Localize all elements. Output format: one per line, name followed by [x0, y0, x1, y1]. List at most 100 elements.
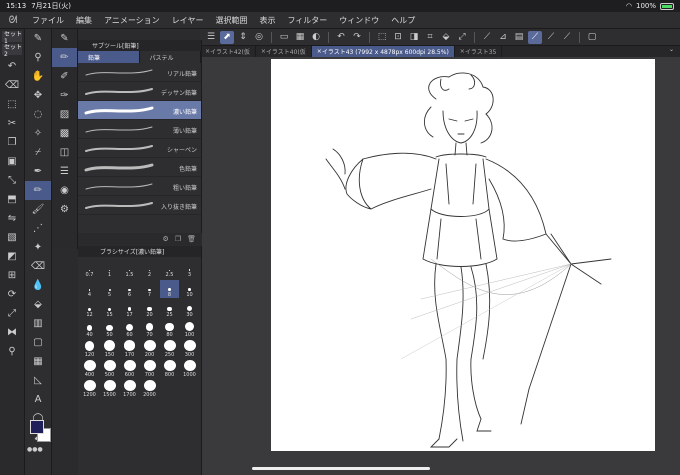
brush-size-cell[interactable]: 15 [100, 300, 119, 318]
snap-grid-icon[interactable]: ⟋ [560, 31, 574, 44]
move-tool-icon[interactable]: ✥ [25, 86, 51, 105]
brush-size-cell[interactable]: 170 [120, 340, 139, 358]
layer-group-icon[interactable]: ☰ [52, 162, 77, 181]
pastel-group-icon[interactable]: ✐ [52, 67, 77, 86]
stepper-icon[interactable]: ⇕ [236, 31, 250, 44]
tab-document-35[interactable]: × イラスト35 [455, 46, 503, 57]
menu-animation[interactable]: アニメーション [98, 15, 166, 26]
view-rotate-icon[interactable]: ◎ [252, 31, 266, 44]
pencil-active-icon[interactable]: ✏ [52, 48, 77, 67]
brush-size-cell[interactable]: 700 [140, 360, 159, 378]
tab-document-42[interactable]: × イラスト42(仮 [200, 46, 256, 57]
brush-size-cell[interactable]: 8 [160, 280, 179, 298]
blend-tool-icon[interactable]: 💧 [25, 276, 51, 295]
brush-size-cell[interactable]: 25 [160, 300, 179, 318]
grid-icon[interactable]: ▤ [512, 31, 526, 44]
brush-size-cell[interactable]: 7 [140, 280, 159, 298]
snap-ruler-icon[interactable]: ⟋ [528, 30, 542, 44]
zoom-tool-icon[interactable]: ⚲ [25, 48, 51, 67]
zoom-icon[interactable]: ⚲ [0, 342, 24, 361]
rotate-icon[interactable]: ⟳ [0, 285, 24, 304]
undo-icon[interactable]: ↶ [334, 31, 348, 44]
home-indicator[interactable] [252, 467, 430, 470]
select-rect-icon[interactable]: ⬚ [0, 95, 24, 114]
properties-icon[interactable]: ⚙ [52, 200, 77, 219]
trash-icon[interactable]: 🗑 [187, 235, 196, 243]
clear-icon[interactable]: ▭ [277, 31, 291, 44]
brush-item[interactable]: 濃い鉛筆 [78, 101, 201, 120]
menu-window[interactable]: ウィンドウ [333, 15, 385, 26]
brush-size-cell[interactable]: 1 [100, 260, 119, 278]
brush-size-cell[interactable]: 400 [80, 360, 99, 378]
magic-wand-icon[interactable]: ✧ [25, 124, 51, 143]
tab-pastel[interactable]: パステル [140, 51, 201, 63]
pencil-group-icon[interactable]: ✎ [52, 29, 77, 48]
brush-size-cell[interactable]: 1700 [120, 380, 139, 398]
menu-icon[interactable]: ☰ [204, 31, 218, 44]
scale-icon[interactable]: ⬒ [0, 190, 24, 209]
brush-size-cell[interactable]: 250 [160, 340, 179, 358]
grid-toggle-icon[interactable]: ⊞ [0, 266, 24, 285]
brush-group-icon[interactable]: ✑ [52, 86, 77, 105]
brush-size-cell[interactable]: 10 [180, 280, 199, 298]
brush-size-cell[interactable]: 12 [80, 300, 99, 318]
app-logo-icon[interactable]: ᘛ [0, 15, 26, 26]
tab-pencil[interactable]: 鉛筆 [78, 51, 140, 63]
canvas-area[interactable] [202, 57, 680, 475]
mirror-icon[interactable]: ⧓ [0, 323, 24, 342]
pen-tool-icon[interactable]: ✎ [25, 29, 51, 48]
brush-size-cell[interactable]: 17 [120, 300, 139, 318]
eraser-small-icon[interactable]: ⌫ [0, 76, 24, 95]
menu-layer[interactable]: レイヤー [166, 15, 210, 26]
deselect-icon[interactable]: ⊡ [391, 31, 405, 44]
brush-size-cell[interactable]: 1500 [100, 380, 119, 398]
navigator-icon[interactable]: ◉ [52, 181, 77, 200]
material-group-icon[interactable]: ◫ [52, 143, 77, 162]
pen-icon[interactable]: ✒ [25, 162, 51, 181]
transform-icon[interactable]: ⬈ [220, 30, 234, 44]
scissors-icon[interactable]: ✂ [0, 114, 24, 133]
fill-tool-icon[interactable]: ⬙ [25, 295, 51, 314]
flip-icon[interactable]: ⇋ [0, 209, 24, 228]
redo-icon[interactable]: ↷ [350, 31, 364, 44]
airbrush-icon[interactable]: ⋰ [25, 219, 51, 238]
lasso-tool-icon[interactable]: ◌ [25, 105, 51, 124]
brush-size-cell[interactable]: 300 [180, 340, 199, 358]
brush-item[interactable]: 色鉛筆 [78, 158, 201, 177]
brush-size-cell[interactable]: 500 [100, 360, 119, 378]
brush-size-cell[interactable]: 20 [140, 300, 159, 318]
copy-icon[interactable]: ❐ [0, 133, 24, 152]
perspective-icon[interactable]: ⊿ [496, 31, 510, 44]
brush-size-cell[interactable]: 150 [100, 340, 119, 358]
eyedropper-icon[interactable]: ⌿ [25, 143, 51, 162]
pencil-tool-icon[interactable]: ✏ [25, 181, 51, 200]
menu-edit[interactable]: 編集 [70, 15, 98, 26]
snap-special-icon[interactable]: ⟋ [544, 31, 558, 44]
brush-size-cell[interactable]: 2000 [140, 380, 159, 398]
text-tool-icon[interactable]: A [25, 390, 51, 409]
ruler-tool-icon[interactable]: ◺ [25, 371, 51, 390]
brush-size-cell[interactable]: 80 [160, 320, 179, 338]
menu-file[interactable]: ファイル [26, 15, 70, 26]
gradient-tool-icon[interactable]: ▥ [25, 314, 51, 333]
texture-group-icon[interactable]: ▩ [52, 124, 77, 143]
pattern-group-icon[interactable]: ▨ [52, 105, 77, 124]
figure-tool-icon[interactable]: ▢ [25, 333, 51, 352]
brush-size-cell[interactable]: 60 [120, 320, 139, 338]
brush-size-cell[interactable]: 2 [140, 260, 159, 278]
fit-icon[interactable]: ⤢ [0, 304, 24, 323]
frame-tool-icon[interactable]: ▦ [25, 352, 51, 371]
canvas-paper[interactable] [271, 59, 655, 451]
brush-size-cell[interactable]: 100 [180, 320, 199, 338]
menu-view[interactable]: 表示 [253, 15, 281, 26]
brush-size-cell[interactable]: 600 [120, 360, 139, 378]
decoration-icon[interactable]: ✦ [25, 238, 51, 257]
crop-icon[interactable]: ⌗ [423, 31, 437, 44]
tab-overflow-icon[interactable]: ⌄ [669, 46, 680, 57]
selection-all-icon[interactable]: ⬚ [375, 31, 389, 44]
expand-icon[interactable]: ⤢ [455, 31, 469, 44]
brush-size-cell[interactable]: 3 [180, 260, 199, 278]
brush-size-cell[interactable]: 120 [80, 340, 99, 358]
undo-icon[interactable]: ↶ [0, 57, 24, 76]
brush-size-cell[interactable]: 5 [100, 280, 119, 298]
